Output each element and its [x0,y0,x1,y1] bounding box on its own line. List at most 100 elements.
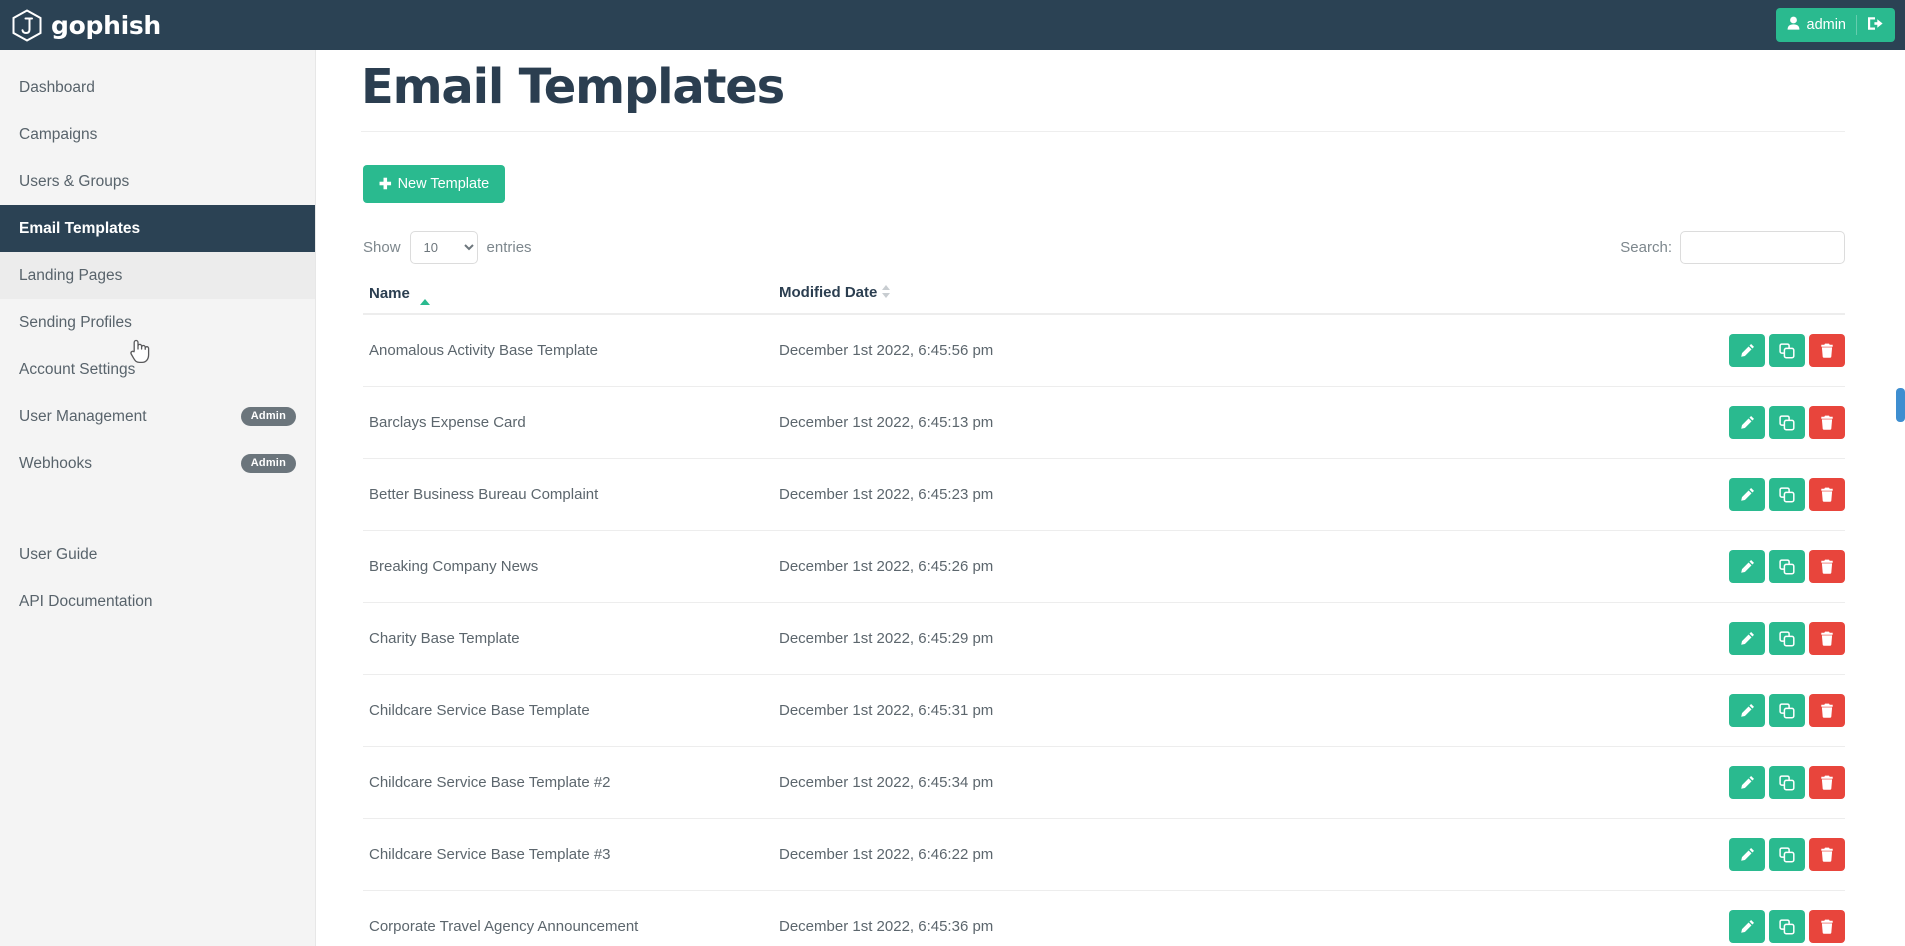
cell-modified-date: December 1st 2022, 6:45:23 pm [773,458,1253,532]
cell-template-name: Corporate Travel Agency Announcement [363,890,773,946]
copy-icon [1779,703,1795,719]
copy-template-button[interactable] [1769,406,1805,440]
cell-row-actions [1253,890,1845,946]
right-edge-scroll-indicator[interactable] [1896,388,1905,422]
table-controls: Show 102550100 entries Search: [363,231,1845,265]
pencil-icon [1740,343,1755,358]
copy-template-button[interactable] [1769,334,1805,368]
table-row: Better Business Bureau Complaint December… [363,458,1845,532]
cell-modified-date: December 1st 2022, 6:45:29 pm [773,602,1253,676]
edit-template-button[interactable] [1729,694,1765,728]
trash-icon [1820,559,1834,574]
sidebar-item-label: Users & Groups [19,172,130,190]
sidebar-item-email-templates[interactable]: Email Templates [0,205,315,252]
sort-ascending-icon [420,282,431,306]
edit-template-button[interactable] [1729,910,1765,944]
delete-template-button[interactable] [1809,550,1845,584]
sidebar-item-label: Dashboard [19,78,95,96]
delete-template-button[interactable] [1809,838,1845,872]
table-row: Childcare Service Base Template #3 Decemb… [363,818,1845,892]
new-template-button[interactable]: ✚ New Template [363,165,506,204]
copy-template-button[interactable] [1769,478,1805,512]
pencil-icon [1740,775,1755,790]
delete-template-button[interactable] [1809,766,1845,800]
table-header-row: Name Modified Date [363,282,1845,316]
pencil-icon [1740,847,1755,862]
cell-row-actions [1253,458,1845,532]
edit-template-button[interactable] [1729,478,1765,512]
copy-template-button[interactable] [1769,766,1805,800]
edit-template-button[interactable] [1729,622,1765,656]
sidebar-item-dashboard[interactable]: Dashboard [0,64,315,111]
user-icon [1787,16,1800,34]
copy-template-button[interactable] [1769,838,1805,872]
table-row: Barclays Expense Card December 1st 2022, … [363,386,1845,460]
main-content: Email Templates ✚ New Template Show 1025… [317,50,1905,946]
row-action-button-group [1729,406,1845,440]
sidebar-item-user-guide[interactable]: User Guide [0,531,315,578]
copy-template-button[interactable] [1769,694,1805,728]
sidebar-item-campaigns[interactable]: Campaigns [0,111,315,158]
edit-template-button[interactable] [1729,334,1765,368]
trash-icon [1820,415,1834,430]
sidebar-item-label: Email Templates [19,219,141,237]
edit-template-button[interactable] [1729,766,1765,800]
delete-template-button[interactable] [1809,694,1845,728]
sort-both-icon [881,284,891,298]
user-menu-button[interactable]: admin [1775,8,1895,42]
sidebar-item-label: Webhooks [19,454,92,472]
cell-modified-date: December 1st 2022, 6:45:13 pm [773,386,1253,460]
delete-template-button[interactable] [1809,622,1845,656]
delete-template-button[interactable] [1809,406,1845,440]
show-label: Show [363,239,401,257]
delete-template-button[interactable] [1809,334,1845,368]
trash-icon [1820,775,1834,790]
trash-icon [1820,919,1834,934]
sidebar-item-user-management[interactable]: User Management Admin [0,393,315,440]
brand[interactable]: gophish [12,8,161,42]
copy-template-button[interactable] [1769,550,1805,584]
sidebar-item-api-documentation[interactable]: API Documentation [0,578,315,625]
search-input[interactable] [1680,231,1845,265]
cell-template-name: Breaking Company News [363,530,773,604]
edit-template-button[interactable] [1729,838,1765,872]
table-row: Breaking Company News December 1st 2022, … [363,530,1845,604]
table-row: Anomalous Activity Base Template December… [363,314,1845,388]
cell-modified-date: December 1st 2022, 6:45:31 pm [773,674,1253,748]
admin-badge: Admin [240,454,296,473]
copy-template-button[interactable] [1769,622,1805,656]
cell-template-name: Childcare Service Base Template [363,674,773,748]
sidebar-item-webhooks[interactable]: Webhooks Admin [0,440,315,487]
cell-row-actions [1253,818,1845,892]
entries-per-page-select[interactable]: 102550100 [409,231,478,265]
table-row: Corporate Travel Agency Announcement Dece… [363,890,1845,946]
sidebar: Dashboard Campaigns Users & Groups Email… [0,50,316,946]
copy-icon [1779,775,1795,791]
column-header-name[interactable]: Name [363,282,773,316]
trash-icon [1820,703,1834,718]
sidebar-item-users-and-groups[interactable]: Users & Groups [0,158,315,205]
column-header-modified-date[interactable]: Modified Date [773,282,1253,316]
edit-template-button[interactable] [1729,550,1765,584]
delete-template-button[interactable] [1809,478,1845,512]
copy-template-button[interactable] [1769,910,1805,944]
delete-template-button[interactable] [1809,910,1845,944]
table-body: Anomalous Activity Base Template December… [363,314,1845,946]
sidebar-item-landing-pages[interactable]: Landing Pages [0,252,315,299]
cell-template-name: Childcare Service Base Template #3 [363,818,773,892]
table-row: Charity Base Template December 1st 2022, … [363,602,1845,676]
brand-text: gophish [51,10,161,40]
cell-template-name: Barclays Expense Card [363,386,773,460]
row-action-button-group [1729,766,1845,800]
copy-icon [1779,415,1795,431]
logout-icon[interactable] [1867,16,1884,35]
pencil-icon [1740,703,1755,718]
edit-template-button[interactable] [1729,406,1765,440]
copy-icon [1779,847,1795,863]
table-head: Name Modified Date [363,282,1845,316]
sidebar-item-account-settings[interactable]: Account Settings [0,346,315,393]
top-navbar: gophish admin [0,0,1905,50]
cell-modified-date: December 1st 2022, 6:45:56 pm [773,314,1253,388]
sidebar-item-sending-profiles[interactable]: Sending Profiles [0,299,315,346]
